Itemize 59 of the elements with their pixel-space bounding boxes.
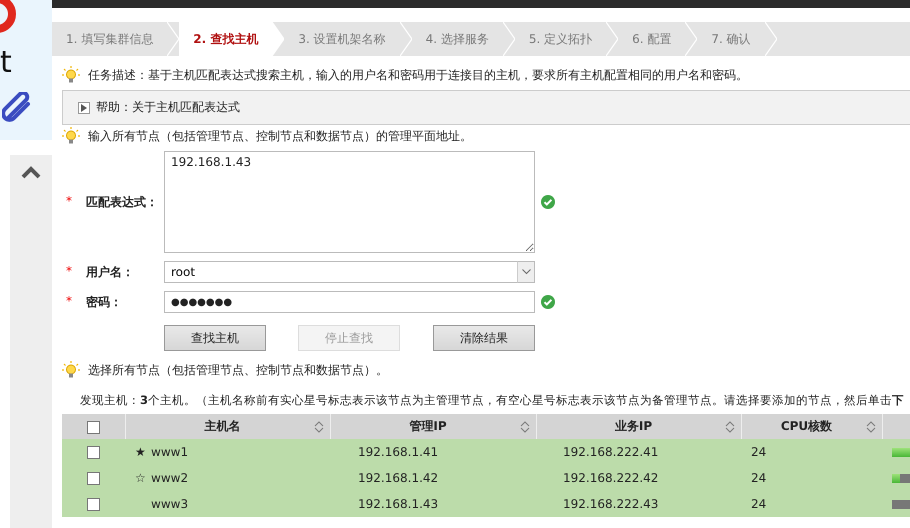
logo-letter: t [0,48,12,78]
chevron-separator [400,22,412,56]
star-icon: ☆ [135,471,151,485]
task-description: 任务描述：基于主机匹配表达式搜索主机，输入的用户名和密码用于连接目的主机，要求所有主机配置相同的用户名和密码。 [88,66,748,84]
chevron-separator [167,22,180,56]
table-cell: 192.168.1.42 [358,471,438,485]
table-cell: 24 [751,497,766,511]
table-cell: 24 [751,445,766,459]
host-name: www1 [151,445,188,459]
step-tab[interactable]: 4. 选择服务 [412,22,503,56]
host-name: www3 [151,497,188,511]
password-field[interactable]: ●●●●●●● [164,291,535,313]
help-link[interactable]: 帮助：关于主机匹配表达式 [96,99,240,116]
chevron-separator [606,22,618,56]
field-label: 匹配表达式： [86,194,158,210]
step-tab[interactable]: 3. 设置机架名称 [284,22,400,56]
table-cell: 192.168.222.42 [563,471,658,485]
select-all-checkbox[interactable] [86,420,100,434]
table-cell: 192.168.222.41 [563,445,658,459]
expression-field[interactable]: 192.168.1.43 [164,151,535,253]
step-tab[interactable]: 6. 配置 [618,22,686,56]
action-button[interactable]: 查找主机 [164,325,266,351]
dropdown-button[interactable] [517,261,535,283]
instruction-text: 选择所有节点（包括管理节点、控制节点和数据节点）。 [88,362,388,378]
expand-button[interactable] [78,102,90,114]
table-cell: 192.168.222.43 [563,497,658,511]
username-field[interactable]: root [164,261,517,283]
field-label: 用户名： [86,264,134,280]
chevron-separator [685,22,698,56]
found-hosts-text: 发现主机：3个主机。（主机名称前有实心星号标志表示该节点为主管理节点，有空心星号标志表示该节点为备管理节点。请选择要添加的节点，然后单击下 [79,393,904,408]
required-mark: * [66,194,72,210]
table-cell: 192.168.1.43 [358,497,438,511]
step-tab[interactable]: 7. 确认 [697,22,765,56]
instruction-text: 输入所有节点（包括管理节点、控制节点和数据节点）的管理平面地址。 [88,128,472,144]
table-cell: 192.168.1.41 [358,445,438,459]
host-name: www2 [151,471,188,485]
row-checkbox[interactable] [87,446,100,460]
row-checkbox[interactable] [87,472,100,486]
lightbulb-icon [62,127,80,145]
sort-icon[interactable] [314,420,324,434]
star-icon: ★ [135,445,151,459]
sort-icon[interactable] [866,420,876,434]
row-checkbox[interactable] [87,498,100,512]
sort-icon[interactable] [724,420,734,434]
step-tab[interactable]: 1. 填写集群信息 [52,22,168,56]
lightbulb-icon [62,361,80,379]
action-button[interactable]: 清除结果 [433,325,535,351]
chevron-separator [502,22,515,56]
caret-icon [522,269,530,275]
collapse-icon[interactable] [21,165,41,179]
sort-icon[interactable] [520,420,530,434]
chevron-separator [272,22,284,56]
required-mark: * [66,264,72,280]
field-label: 密码： [86,294,122,310]
chevron-separator [764,22,777,56]
table-cell: 24 [751,471,766,485]
lightbulb-icon [62,66,80,84]
step-tab[interactable]: 5. 定义拓扑 [514,22,606,56]
required-mark: * [66,294,72,310]
